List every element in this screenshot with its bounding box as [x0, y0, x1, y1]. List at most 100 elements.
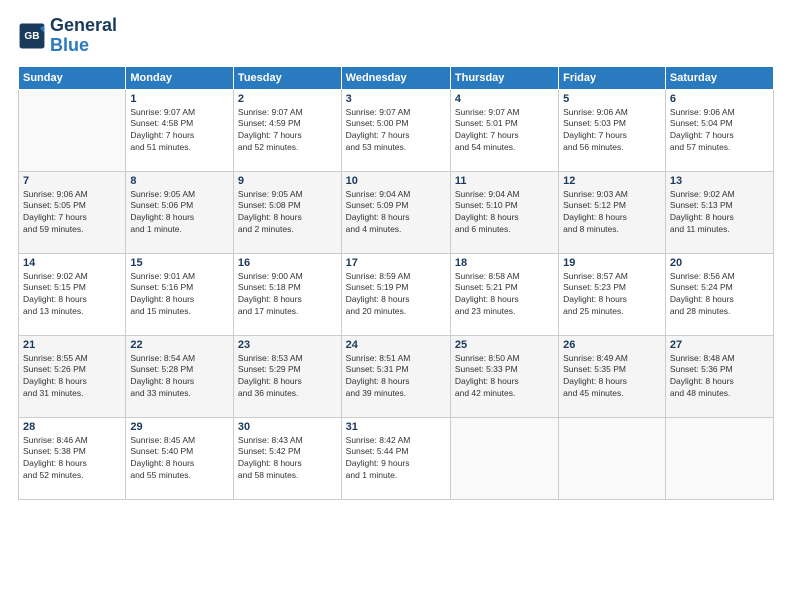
day-info: Sunrise: 9:03 AM Sunset: 5:12 PM Dayligh… — [563, 189, 661, 237]
day-info: Sunrise: 9:02 AM Sunset: 5:13 PM Dayligh… — [670, 189, 769, 237]
day-number: 9 — [238, 175, 337, 187]
day-info: Sunrise: 9:07 AM Sunset: 5:01 PM Dayligh… — [455, 107, 554, 155]
calendar-cell-w2d2: 16 Sunrise: 9:00 AM Sunset: 5:18 PM Dayli… — [233, 253, 341, 335]
calendar-cell-w1d3: 10 Sunrise: 9:04 AM Sunset: 5:09 PM Dayli… — [341, 171, 450, 253]
day-number: 3 — [346, 93, 446, 105]
svg-text:GB: GB — [24, 31, 39, 42]
calendar-cell-w4d2: 30 Sunrise: 8:43 AM Sunset: 5:42 PM Dayli… — [233, 417, 341, 499]
calendar-cell-w3d5: 26 Sunrise: 8:49 AM Sunset: 5:35 PM Dayli… — [559, 335, 666, 417]
day-info: Sunrise: 9:01 AM Sunset: 5:16 PM Dayligh… — [130, 271, 229, 319]
day-number: 4 — [455, 93, 554, 105]
day-info: Sunrise: 8:55 AM Sunset: 5:26 PM Dayligh… — [23, 353, 121, 401]
weekday-header-tuesday: Tuesday — [233, 66, 341, 89]
calendar-cell-w3d4: 25Sunrise: 8:50 AM Sunset: 5:33 PM Dayli… — [450, 335, 558, 417]
day-number: 15 — [130, 257, 229, 269]
day-info: Sunrise: 8:54 AM Sunset: 5:28 PM Dayligh… — [130, 353, 229, 401]
calendar-cell-w1d6: 13Sunrise: 9:02 AM Sunset: 5:13 PM Dayli… — [665, 171, 773, 253]
day-info: Sunrise: 8:46 AM Sunset: 5:38 PM Dayligh… — [23, 435, 121, 483]
day-number: 26 — [563, 339, 661, 351]
day-number: 30 — [238, 421, 337, 433]
calendar-cell-w0d3: 3Sunrise: 9:07 AM Sunset: 5:00 PM Daylig… — [341, 89, 450, 171]
page-header: GB General Blue — [18, 16, 774, 56]
day-number: 6 — [670, 93, 769, 105]
calendar-cell-w2d4: 18 Sunrise: 8:58 AM Sunset: 5:21 PM Dayli… — [450, 253, 558, 335]
calendar-cell-w4d5 — [559, 417, 666, 499]
weekday-header-thursday: Thursday — [450, 66, 558, 89]
day-info: Sunrise: 8:45 AM Sunset: 5:40 PM Dayligh… — [130, 435, 229, 483]
calendar-cell-w1d5: 12 Sunrise: 9:03 AM Sunset: 5:12 PM Dayli… — [559, 171, 666, 253]
day-number: 2 — [238, 93, 337, 105]
day-info: Sunrise: 8:53 AM Sunset: 5:29 PM Dayligh… — [238, 353, 337, 401]
day-info: Sunrise: 8:50 AM Sunset: 5:33 PM Dayligh… — [455, 353, 554, 401]
day-info: Sunrise: 9:02 AM Sunset: 5:15 PM Dayligh… — [23, 271, 121, 319]
calendar-cell-w0d6: 6 Sunrise: 9:06 AM Sunset: 5:04 PM Daylig… — [665, 89, 773, 171]
day-number: 28 — [23, 421, 121, 433]
day-info: Sunrise: 8:51 AM Sunset: 5:31 PM Dayligh… — [346, 353, 446, 401]
day-info: Sunrise: 9:04 AM Sunset: 5:10 PM Dayligh… — [455, 189, 554, 237]
day-info: Sunrise: 8:48 AM Sunset: 5:36 PM Dayligh… — [670, 353, 769, 401]
weekday-header-saturday: Saturday — [665, 66, 773, 89]
day-info: Sunrise: 8:49 AM Sunset: 5:35 PM Dayligh… — [563, 353, 661, 401]
calendar-cell-w1d2: 9 Sunrise: 9:05 AM Sunset: 5:08 PM Daylig… — [233, 171, 341, 253]
day-number: 27 — [670, 339, 769, 351]
calendar-cell-w0d5: 5Sunrise: 9:06 AM Sunset: 5:03 PM Daylig… — [559, 89, 666, 171]
logo-icon: GB — [18, 22, 46, 50]
calendar-cell-w4d1: 29 Sunrise: 8:45 AM Sunset: 5:40 PM Dayli… — [126, 417, 234, 499]
weekday-header-sunday: Sunday — [19, 66, 126, 89]
day-info: Sunrise: 8:59 AM Sunset: 5:19 PM Dayligh… — [346, 271, 446, 319]
day-number: 24 — [346, 339, 446, 351]
calendar-cell-w1d4: 11 Sunrise: 9:04 AM Sunset: 5:10 PM Dayli… — [450, 171, 558, 253]
calendar-cell-w3d1: 22 Sunrise: 8:54 AM Sunset: 5:28 PM Dayli… — [126, 335, 234, 417]
calendar-cell-w2d5: 19 Sunrise: 8:57 AM Sunset: 5:23 PM Dayli… — [559, 253, 666, 335]
logo-text-general: General — [50, 16, 117, 36]
day-info: Sunrise: 8:43 AM Sunset: 5:42 PM Dayligh… — [238, 435, 337, 483]
day-number: 17 — [346, 257, 446, 269]
calendar-cell-w3d3: 24 Sunrise: 8:51 AM Sunset: 5:31 PM Dayli… — [341, 335, 450, 417]
day-info: Sunrise: 8:56 AM Sunset: 5:24 PM Dayligh… — [670, 271, 769, 319]
day-info: Sunrise: 9:00 AM Sunset: 5:18 PM Dayligh… — [238, 271, 337, 319]
day-info: Sunrise: 8:57 AM Sunset: 5:23 PM Dayligh… — [563, 271, 661, 319]
day-number: 21 — [23, 339, 121, 351]
weekday-header-friday: Friday — [559, 66, 666, 89]
weekday-header-wednesday: Wednesday — [341, 66, 450, 89]
day-info: Sunrise: 9:05 AM Sunset: 5:06 PM Dayligh… — [130, 189, 229, 237]
day-info: Sunrise: 8:58 AM Sunset: 5:21 PM Dayligh… — [455, 271, 554, 319]
day-number: 10 — [346, 175, 446, 187]
day-number: 19 — [563, 257, 661, 269]
day-number: 11 — [455, 175, 554, 187]
calendar-cell-w2d3: 17 Sunrise: 8:59 AM Sunset: 5:19 PM Dayli… — [341, 253, 450, 335]
calendar-cell-w0d4: 4 Sunrise: 9:07 AM Sunset: 5:01 PM Daylig… — [450, 89, 558, 171]
calendar-cell-w4d0: 28 Sunrise: 8:46 AM Sunset: 5:38 PM Dayli… — [19, 417, 126, 499]
day-number: 12 — [563, 175, 661, 187]
calendar-cell-w3d2: 23 Sunrise: 8:53 AM Sunset: 5:29 PM Dayli… — [233, 335, 341, 417]
calendar-cell-w2d0: 14 Sunrise: 9:02 AM Sunset: 5:15 PM Dayli… — [19, 253, 126, 335]
day-info: Sunrise: 9:04 AM Sunset: 5:09 PM Dayligh… — [346, 189, 446, 237]
day-number: 23 — [238, 339, 337, 351]
calendar-cell-w4d3: 31 Sunrise: 8:42 AM Sunset: 5:44 PM Dayli… — [341, 417, 450, 499]
day-number: 29 — [130, 421, 229, 433]
calendar-cell-w2d1: 15 Sunrise: 9:01 AM Sunset: 5:16 PM Dayli… — [126, 253, 234, 335]
day-info: Sunrise: 8:42 AM Sunset: 5:44 PM Dayligh… — [346, 435, 446, 483]
calendar-cell-w4d6 — [665, 417, 773, 499]
day-number: 18 — [455, 257, 554, 269]
calendar-cell-w4d4 — [450, 417, 558, 499]
day-number: 22 — [130, 339, 229, 351]
calendar-cell-w0d2: 2Sunrise: 9:07 AM Sunset: 4:59 PM Daylig… — [233, 89, 341, 171]
weekday-header-monday: Monday — [126, 66, 234, 89]
day-number: 16 — [238, 257, 337, 269]
day-number: 7 — [23, 175, 121, 187]
day-info: Sunrise: 9:06 AM Sunset: 5:04 PM Dayligh… — [670, 107, 769, 155]
day-number: 20 — [670, 257, 769, 269]
logo-text-blue: Blue — [50, 36, 117, 56]
day-info: Sunrise: 9:06 AM Sunset: 5:05 PM Dayligh… — [23, 189, 121, 237]
calendar-cell-w2d6: 20 Sunrise: 8:56 AM Sunset: 5:24 PM Dayli… — [665, 253, 773, 335]
day-number: 14 — [23, 257, 121, 269]
calendar-cell-w0d1: 1Sunrise: 9:07 AM Sunset: 4:58 PM Daylig… — [126, 89, 234, 171]
day-info: Sunrise: 9:05 AM Sunset: 5:08 PM Dayligh… — [238, 189, 337, 237]
day-number: 8 — [130, 175, 229, 187]
day-info: Sunrise: 9:07 AM Sunset: 4:58 PM Dayligh… — [130, 107, 229, 155]
day-info: Sunrise: 9:06 AM Sunset: 5:03 PM Dayligh… — [563, 107, 661, 155]
calendar-cell-w1d1: 8 Sunrise: 9:05 AM Sunset: 5:06 PM Daylig… — [126, 171, 234, 253]
calendar-cell-w3d6: 27 Sunrise: 8:48 AM Sunset: 5:36 PM Dayli… — [665, 335, 773, 417]
day-number: 31 — [346, 421, 446, 433]
